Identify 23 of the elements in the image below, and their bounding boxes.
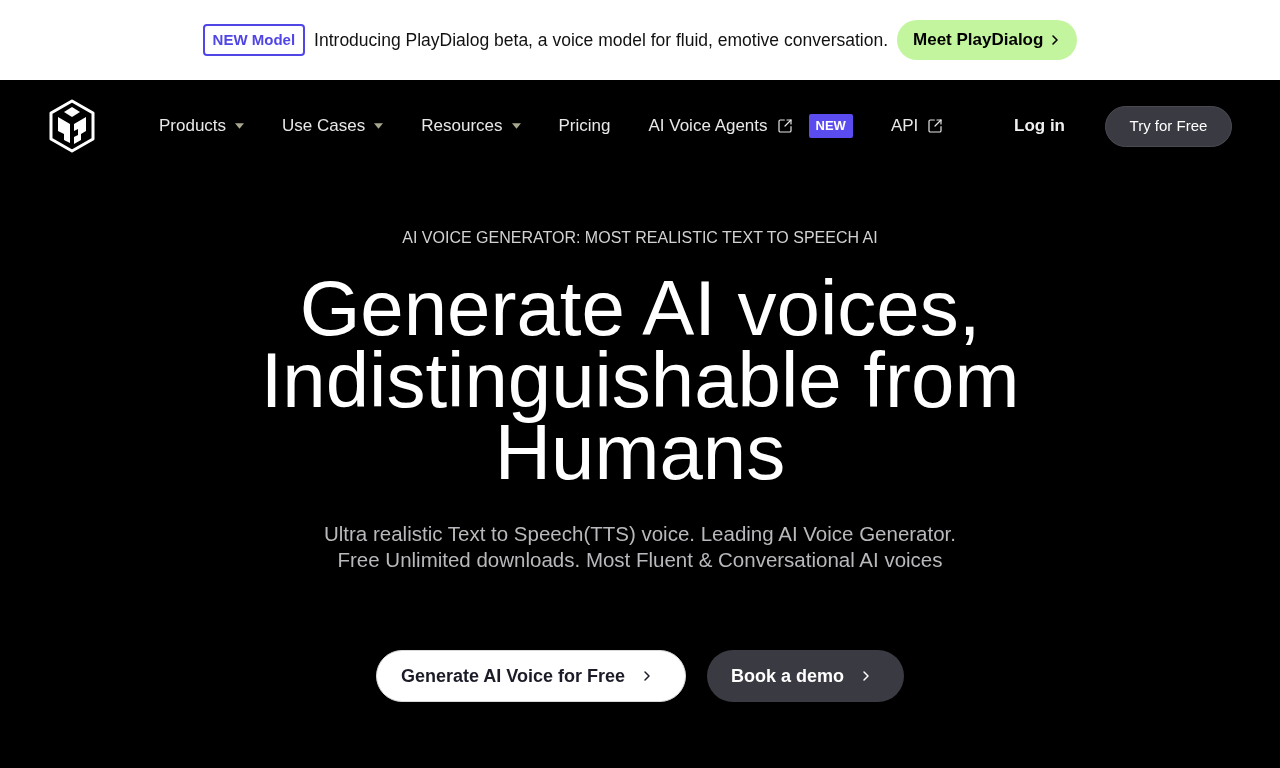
hero-heading: Generate AI voices, Indistinguishable from Humans: [260, 272, 1020, 488]
caret-down-icon: [374, 123, 384, 129]
nav-link[interactable]: Use Cases: [282, 114, 366, 138]
nav-link[interactable]: Resources: [421, 114, 503, 138]
hero-eyebrow: AI VOICE GENERATOR: MOST REALISTIC TEXT TO SPEECH AI: [402, 228, 878, 248]
cube-logo-icon: [48, 99, 96, 153]
hero-button[interactable]: Generate AI Voice for Free: [375, 650, 686, 702]
caret-down-icon: [511, 123, 521, 129]
caret-down-icon: [235, 123, 245, 129]
hero-subtitle: Ultra realistic Text to Speech(TTS) voice. Leading AI Voice Generator. Free Unlimited downloads. Most Fluent & Conversational AI voices: [324, 521, 956, 573]
external-link-icon: [776, 118, 793, 134]
login-link[interactable]: Log in: [1014, 113, 1065, 139]
new-model-badge: NEW Model: [202, 24, 306, 56]
nav-link[interactable]: AI Voice Agents: [648, 114, 768, 138]
announcement-text: Introducing PlayDialog beta, a voice model for fluid, emotive conversation.: [314, 28, 888, 52]
nav-link[interactable]: Pricing: [558, 114, 611, 138]
external-link-icon: [927, 118, 944, 134]
nav-link[interactable]: API: [890, 114, 919, 138]
meet-playdialog-button[interactable]: Meet PlayDialog: [897, 20, 1078, 60]
nav-link[interactable]: Products: [159, 114, 227, 138]
new-badge: NEW: [808, 114, 853, 138]
hero-button[interactable]: Book a demo: [707, 650, 905, 702]
try-for-free-button[interactable]: Try for Free: [1105, 105, 1232, 147]
